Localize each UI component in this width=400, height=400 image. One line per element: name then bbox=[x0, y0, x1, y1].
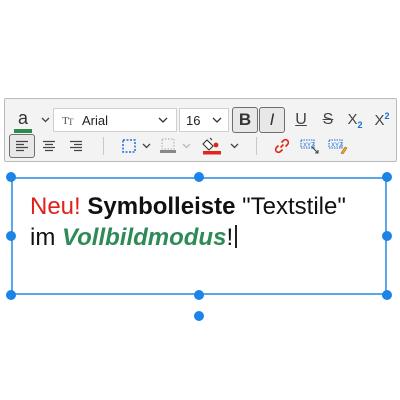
text-line-2: im Vollbildmodus! bbox=[30, 222, 375, 253]
subscript-button[interactable]: X2 bbox=[342, 107, 368, 133]
align-center-button[interactable] bbox=[36, 134, 62, 158]
bold-icon: B bbox=[238, 110, 252, 129]
text-field-edit-button[interactable]: XYZ bbox=[325, 134, 351, 158]
rotate-handle[interactable] bbox=[194, 311, 204, 321]
strikethrough-icon: S bbox=[322, 111, 334, 128]
align-left-icon bbox=[16, 140, 28, 152]
border-icon bbox=[122, 139, 136, 153]
subscript-index: 2 bbox=[357, 119, 363, 130]
align-center-icon bbox=[43, 140, 55, 152]
fill-color-dropdown[interactable] bbox=[229, 140, 239, 152]
toolbar-separator bbox=[256, 137, 257, 155]
bold-button[interactable]: B bbox=[232, 107, 258, 133]
font-size-select[interactable]: 16 bbox=[179, 108, 229, 132]
superscript-base: X bbox=[374, 112, 385, 129]
resize-handle-top-center[interactable] bbox=[194, 172, 204, 182]
plain-text: im bbox=[30, 224, 56, 251]
fill-color-icon bbox=[202, 137, 221, 155]
align-right-button[interactable] bbox=[63, 134, 89, 158]
align-right-icon bbox=[70, 140, 82, 152]
chevron-down-icon bbox=[212, 117, 222, 123]
bold-italic-green-text: Vollbildmodus bbox=[62, 224, 227, 251]
text-cursor bbox=[235, 225, 237, 248]
border-dropdown[interactable] bbox=[141, 140, 151, 152]
svg-text:T: T bbox=[68, 117, 74, 127]
subscript-base: X bbox=[347, 110, 358, 128]
font-color-button[interactable]: a bbox=[9, 107, 37, 135]
resize-handle-top-left[interactable] bbox=[6, 172, 16, 182]
italic-button[interactable]: I bbox=[259, 107, 285, 133]
toolbar-separator bbox=[103, 137, 104, 155]
text-field-edit-icon: XYZ bbox=[328, 139, 348, 154]
chevron-down-icon bbox=[182, 143, 190, 149]
font-family-select[interactable]: T T Arial bbox=[53, 108, 177, 132]
resize-handle-middle-right[interactable] bbox=[382, 231, 392, 241]
subscript-icon: X2 bbox=[347, 111, 362, 130]
font-type-icon: T T bbox=[62, 115, 74, 127]
text-field-button[interactable]: XYZ bbox=[297, 134, 323, 158]
font-color-swatch bbox=[14, 128, 32, 133]
text-content[interactable]: Neu! Symbolleiste "Textstile" im Vollbil… bbox=[30, 191, 375, 253]
text-line-1: Neu! Symbolleiste "Textstile" bbox=[30, 191, 375, 222]
chevron-down-icon bbox=[230, 143, 238, 149]
underline-icon: U bbox=[295, 111, 307, 128]
resize-handle-middle-left[interactable] bbox=[6, 231, 16, 241]
resize-handle-bottom-left[interactable] bbox=[6, 290, 16, 300]
superscript-icon: X2 bbox=[374, 111, 389, 129]
border-button[interactable] bbox=[118, 134, 140, 158]
link-icon bbox=[274, 138, 290, 154]
resize-handle-top-right[interactable] bbox=[382, 172, 392, 182]
font-color-letter: a bbox=[17, 107, 28, 128]
quoted-text: "Textstile" bbox=[242, 193, 346, 220]
svg-text:XYZ: XYZ bbox=[331, 143, 343, 149]
font-family-value: Arial bbox=[82, 112, 109, 128]
text-field-icon: XYZ bbox=[300, 139, 319, 154]
fill-color-button[interactable] bbox=[200, 134, 224, 158]
superscript-button[interactable]: X2 bbox=[369, 107, 395, 133]
italic-icon: I bbox=[269, 110, 275, 129]
chevron-down-icon bbox=[142, 143, 150, 149]
exclamation-text: ! bbox=[226, 224, 234, 251]
resize-handle-bottom-center[interactable] bbox=[194, 290, 204, 300]
resize-handle-bottom-right[interactable] bbox=[382, 290, 392, 300]
font-color-dropdown[interactable] bbox=[39, 113, 51, 127]
chevron-down-icon bbox=[41, 117, 49, 123]
link-button[interactable] bbox=[270, 134, 294, 158]
border-style-dropdown[interactable] bbox=[181, 140, 191, 152]
superscript-index: 2 bbox=[384, 111, 390, 121]
formatting-toolbar: a T T Arial 16 B I U S X2 X2 XYZ XYZ bbox=[4, 98, 397, 162]
border-style-button[interactable] bbox=[156, 134, 180, 158]
bold-text: Symbolleiste bbox=[87, 193, 236, 220]
underline-button[interactable]: U bbox=[288, 107, 314, 133]
align-left-button[interactable] bbox=[9, 134, 35, 158]
font-size-value: 16 bbox=[186, 112, 201, 128]
chevron-down-icon bbox=[158, 117, 168, 123]
accent-text: Neu! bbox=[30, 193, 81, 220]
strikethrough-button[interactable]: S bbox=[315, 107, 341, 133]
border-style-icon bbox=[160, 138, 176, 153]
